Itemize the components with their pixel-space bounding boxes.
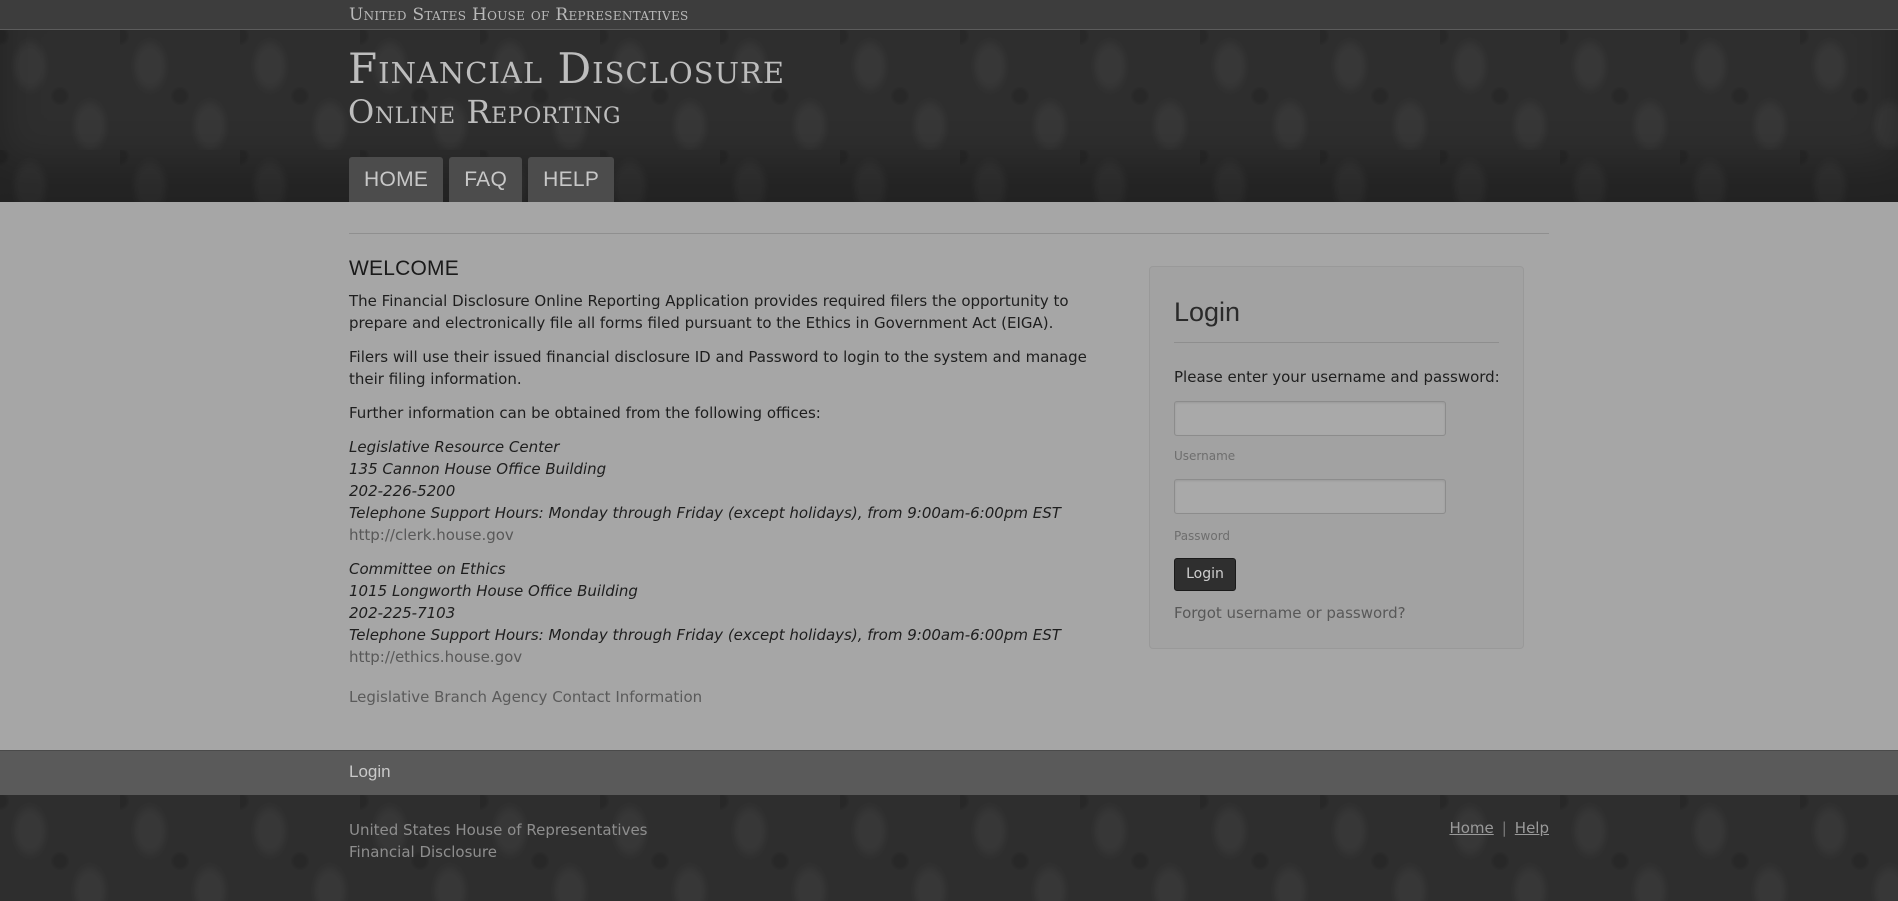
office-name: Legislative Resource Center — [349, 438, 560, 456]
footer-line2: Financial Disclosure — [349, 843, 497, 861]
office-phone: 202-226-5200 — [349, 482, 456, 500]
nav-home[interactable]: HOME — [349, 157, 444, 202]
footer-line1: United States House of Representatives — [349, 821, 648, 839]
site-title: Financial Disclosure Online Reporting — [348, 44, 786, 131]
footer-link-separator: | — [1501, 819, 1507, 837]
office-name: Committee on Ethics — [349, 560, 506, 578]
password-label: Password — [1174, 529, 1231, 543]
username-input[interactable] — [1174, 401, 1446, 436]
login-panel: Login Please enter your username and pas… — [1149, 266, 1524, 649]
welcome-paragraph: Further information can be obtained from… — [349, 404, 821, 422]
welcome-section: WELCOME The Financial Disclosure Online … — [349, 258, 1119, 708]
login-prompt: Please enter your username and password: — [1174, 368, 1500, 386]
breadcrumb-current: Login — [349, 762, 391, 781]
content-divider — [349, 233, 1549, 234]
footer-org: United States House of Representatives F… — [349, 819, 648, 863]
login-button[interactable]: Login — [1174, 558, 1236, 591]
agency-contact-link[interactable]: Legislative Branch Agency Contact Inform… — [349, 686, 1119, 708]
site-title-line2: Online Reporting — [348, 93, 622, 131]
office-phone: 202-225-7103 — [349, 604, 456, 622]
welcome-paragraph: Filers will use their issued financial d… — [349, 348, 1087, 388]
office-url-link[interactable]: http://ethics.house.gov — [349, 646, 1119, 668]
forgot-credentials-link[interactable]: Forgot username or password? — [1174, 604, 1406, 622]
site-header: Financial Disclosure Online Reporting HO… — [0, 30, 1898, 202]
nav-faq[interactable]: FAQ — [449, 157, 523, 202]
top-bar: United States House of Representatives — [0, 0, 1898, 30]
site-title-line1: Financial Disclosure — [348, 44, 786, 93]
footer-home-link[interactable]: Home — [1449, 819, 1493, 837]
footer-help-link[interactable]: Help — [1515, 819, 1549, 837]
welcome-heading: WELCOME — [349, 257, 459, 280]
office-hours: Telephone Support Hours: Monday through … — [349, 626, 1061, 644]
office-address: 135 Cannon House Office Building — [349, 460, 607, 478]
site-footer: United States House of Representatives F… — [0, 795, 1898, 901]
username-label: Username — [1174, 449, 1236, 463]
office-block: Committee on Ethics 1015 Longworth House… — [349, 558, 1119, 668]
main-nav: HOME FAQ HELP — [349, 157, 615, 202]
welcome-paragraph: The Financial Disclosure Online Reportin… — [349, 292, 1069, 332]
nav-help[interactable]: HELP — [528, 157, 615, 202]
office-hours: Telephone Support Hours: Monday through … — [349, 504, 1061, 522]
office-block: Legislative Resource Center 135 Cannon H… — [349, 436, 1119, 546]
office-address: 1015 Longworth House Office Building — [349, 582, 638, 600]
login-title: Login — [1174, 297, 1241, 327]
login-divider — [1174, 342, 1499, 343]
password-input[interactable] — [1174, 479, 1446, 514]
house-name: United States House of Representatives — [349, 5, 689, 25]
footer-links: Home | Help — [1449, 819, 1549, 837]
office-url-link[interactable]: http://clerk.house.gov — [349, 524, 1119, 546]
breadcrumb: Login — [0, 750, 1898, 796]
